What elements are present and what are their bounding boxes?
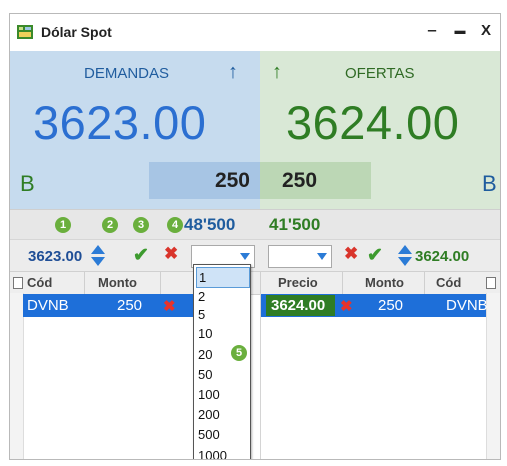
column-menu-icon[interactable] [13,277,23,289]
maximize-button[interactable]: ▬ [450,20,470,42]
demandas-arrow-up-icon: ↑ [228,61,238,83]
demandas-volume: 48'500 [184,215,236,234]
sell-row-remove-x-icon[interactable]: ✖ [340,297,353,315]
buy-col-amount[interactable]: Monto [98,275,137,290]
qty-option[interactable]: 2 [196,287,248,306]
column-divider [260,272,261,294]
buy-col-code[interactable]: Cód [27,275,52,290]
ofertas-price[interactable]: 3624.00 [286,95,459,150]
volume-row: 1 2 3 4 48'500 41'500 [10,209,500,240]
buy-table-scrollbar[interactable] [10,293,24,459]
demandas-panel[interactable]: DEMANDAS ↑ 3623.00 B 250 [10,51,260,209]
buy-cancel-x-icon[interactable]: ✖ [164,244,178,264]
dolar-spot-window: Dólar Spot ‒ ▬ X DEMANDAS ↑ 3623.00 B 25… [9,13,501,460]
minimize-button[interactable]: ‒ [422,20,442,42]
ofertas-label: OFERTAS [345,65,415,82]
order-controls-row: 3623.00 ✔ ✖ ✖ ✔ 3624.00 [10,239,500,272]
sell-confirm-check-icon[interactable]: ✔ [367,244,383,267]
buy-price-spinner-icon[interactable] [91,245,105,267]
qty-option[interactable]: 100 [196,385,248,404]
qty-option[interactable]: 10 [196,324,248,343]
sell-col-amount[interactable]: Monto [365,275,404,290]
sell-qty-select[interactable] [268,245,332,268]
demandas-price[interactable]: 3623.00 [33,95,206,150]
callout-badge-4: 4 [167,217,183,233]
buy-row-amount: 250 [117,297,143,314]
ofertas-qty[interactable]: 250 [260,162,371,199]
qty-option[interactable]: 1 [196,267,250,288]
chevron-down-icon[interactable] [240,253,250,260]
window-title: Dólar Spot [41,24,112,40]
column-divider [160,272,161,294]
buy-price-input[interactable]: 3623.00 [28,248,82,265]
sell-price-input[interactable]: 3624.00 [415,248,469,265]
qty-option[interactable]: 200 [196,405,248,424]
table-center-divider [260,293,261,459]
column-menu-icon[interactable] [486,277,496,289]
exchange-logo-icon [17,25,33,39]
ofertas-arrow-up-icon: ↑ [272,61,282,83]
demandas-qty[interactable]: 250 [149,162,260,199]
column-divider [342,272,343,294]
sell-row-price: 3624.00 [271,297,326,314]
qty-option[interactable]: 50 [196,365,248,384]
sell-cancel-x-icon[interactable]: ✖ [344,244,358,264]
sell-table-scrollbar[interactable] [486,293,500,459]
demandas-broker-letter: B [20,171,35,196]
ofertas-qty-value: 250 [282,169,318,192]
ofertas-volume: 41'500 [269,215,321,234]
callout-badge-2: 2 [102,217,118,233]
column-divider [424,272,425,294]
ofertas-broker-letter: B [482,171,497,196]
orders-table-body [10,317,500,459]
qty-dropdown-list[interactable]: 1 2 5 10 20 50 100 200 500 1000 [193,264,251,459]
demandas-label: DEMANDAS [84,65,170,82]
callout-badge-3: 3 [133,217,149,233]
qty-option[interactable]: 5 [196,305,248,324]
chevron-down-icon[interactable] [317,253,327,260]
column-divider [84,272,85,294]
callout-badge-5: 5 [231,345,247,361]
sell-price-spinner-icon[interactable] [398,245,412,267]
buy-row-remove-x-icon[interactable]: ✖ [163,297,176,315]
close-button[interactable]: X [476,20,496,42]
buy-confirm-check-icon[interactable]: ✔ [133,244,149,267]
ofertas-panel[interactable]: ↑ OFERTAS 3624.00 250 B [260,51,500,209]
orders-table-header: Cód Monto Precio Monto Cód [10,271,500,295]
sell-col-code[interactable]: Cód [436,275,461,290]
demandas-qty-value: 250 [214,169,250,192]
qty-option[interactable]: 500 [196,425,248,444]
qty-option[interactable]: 1000 [196,446,248,459]
title-bar[interactable]: Dólar Spot ‒ ▬ X [10,14,500,51]
sell-order-row[interactable]: 3624.00 ✖ 250 DVNB [261,294,488,317]
callout-badge-1: 1 [55,217,71,233]
buy-row-code: DVNB [27,297,69,314]
sell-row-amount: 250 [378,297,404,314]
sell-col-price[interactable]: Precio [278,275,318,290]
sell-row-code: DVNB [446,297,488,314]
